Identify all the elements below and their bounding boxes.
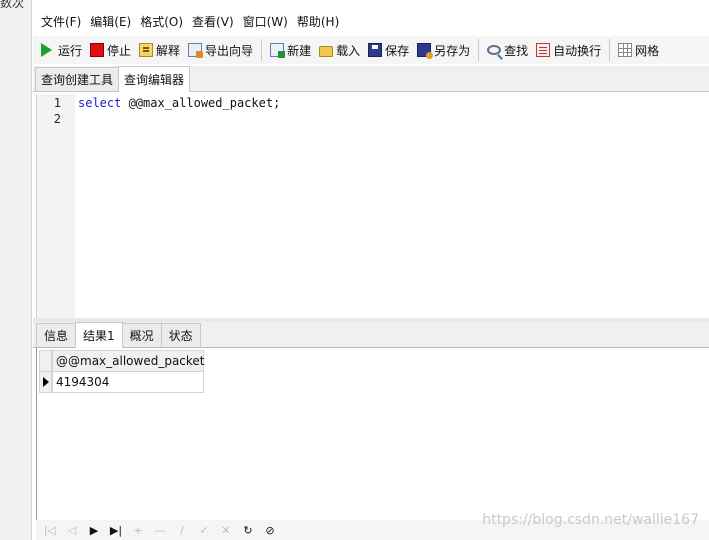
- stop-query-button[interactable]: ⊘: [262, 522, 278, 538]
- stop-icon: [90, 43, 105, 57]
- save-as-icon: [417, 43, 434, 59]
- add-record-button[interactable]: +: [130, 522, 146, 538]
- grid-button[interactable]: 网格: [614, 38, 663, 62]
- toolbar: 运行 停止 解释 导出向导 新建 载入 保存 另存为 查找 自动换行 网格: [33, 36, 709, 64]
- query-tab-bar: 查询创建工具 查询编辑器: [33, 66, 709, 92]
- explain-label: 解释: [156, 43, 181, 58]
- stop-button[interactable]: 停止: [86, 38, 135, 62]
- left-panel: [0, 0, 32, 540]
- run-icon: [41, 43, 55, 57]
- export-wizard-icon: [188, 43, 204, 58]
- find-button[interactable]: 查找: [483, 38, 532, 62]
- menu-format[interactable]: 格式(O): [136, 13, 187, 30]
- table-cell[interactable]: 4194304: [52, 372, 204, 393]
- toolbar-separator: [609, 39, 611, 61]
- grid-label: 网格: [635, 43, 660, 58]
- tab-result-1[interactable]: 结果1: [75, 322, 123, 348]
- watermark: https://blog.csdn.net/wallie167: [482, 512, 699, 528]
- save-icon: [368, 43, 383, 57]
- menu-file[interactable]: 文件(F): [37, 13, 85, 30]
- line-number: 1: [53, 96, 61, 110]
- result-grid: @@max_allowed_packet 4194304: [36, 348, 709, 520]
- left-panel-text: 数次: [0, 0, 25, 10]
- edit-record-button[interactable]: ∕: [174, 522, 190, 538]
- grid-corner: [39, 350, 52, 372]
- menu-edit[interactable]: 编辑(E): [86, 13, 135, 30]
- delete-record-button[interactable]: —: [152, 522, 168, 538]
- last-record-button[interactable]: ▶|: [108, 522, 124, 538]
- first-record-button[interactable]: |◁: [42, 522, 58, 538]
- save-as-label: 另存为: [434, 43, 471, 58]
- column-header[interactable]: @@max_allowed_packet: [52, 350, 205, 372]
- current-row-indicator: [39, 372, 52, 393]
- menu-help[interactable]: 帮助(H): [293, 13, 343, 30]
- sql-editor[interactable]: 1 2 select @@max_allowed_packet;: [36, 94, 709, 318]
- prev-record-button[interactable]: ◁: [64, 522, 80, 538]
- menu-bar: 文件(F) 编辑(E) 格式(O) 查看(V) 窗口(W) 帮助(H): [33, 10, 709, 32]
- export-wizard-button[interactable]: 导出向导: [184, 38, 257, 62]
- run-label: 运行: [58, 43, 83, 58]
- menu-window[interactable]: 窗口(W): [239, 13, 292, 30]
- find-label: 查找: [504, 43, 529, 58]
- new-label: 新建: [287, 43, 312, 58]
- save-as-button[interactable]: 另存为: [413, 38, 474, 62]
- menu-view[interactable]: 查看(V): [188, 13, 238, 30]
- load-button[interactable]: 载入: [315, 38, 364, 62]
- explain-button[interactable]: 解释: [135, 38, 184, 62]
- tab-profile[interactable]: 概况: [121, 323, 162, 347]
- new-button[interactable]: 新建: [266, 38, 315, 62]
- export-wizard-label: 导出向导: [205, 43, 254, 58]
- tab-status[interactable]: 状态: [160, 323, 201, 347]
- tab-query-editor[interactable]: 查询编辑器: [118, 66, 191, 92]
- refresh-button[interactable]: ↻: [240, 522, 256, 538]
- toolbar-separator: [478, 39, 480, 61]
- line-number: 2: [53, 112, 61, 126]
- line-number-gutter: 1 2: [37, 94, 75, 318]
- save-button[interactable]: 保存: [364, 38, 413, 62]
- code-line[interactable]: select @@max_allowed_packet;: [78, 96, 280, 110]
- new-query-icon: [270, 43, 286, 58]
- word-wrap-button[interactable]: 自动换行: [532, 38, 605, 62]
- run-button[interactable]: 运行: [37, 38, 86, 62]
- load-label: 载入: [336, 43, 361, 58]
- word-wrap-icon: [536, 43, 551, 57]
- folder-open-icon: [319, 45, 334, 57]
- discard-changes-button[interactable]: ✕: [218, 522, 234, 538]
- next-record-button[interactable]: ▶: [86, 522, 102, 538]
- result-tab-bar: 信息 结果1 概况 状态: [33, 322, 709, 348]
- apply-changes-button[interactable]: ✓: [196, 522, 212, 538]
- grid-icon: [618, 43, 633, 57]
- tab-info[interactable]: 信息: [36, 323, 77, 347]
- save-label: 保存: [385, 43, 410, 58]
- explain-icon: [139, 43, 154, 57]
- stop-label: 停止: [107, 43, 132, 58]
- tab-query-builder[interactable]: 查询创建工具: [35, 67, 120, 91]
- sql-keyword: select: [78, 96, 122, 110]
- word-wrap-label: 自动换行: [553, 43, 602, 58]
- search-icon: [487, 45, 502, 55]
- toolbar-separator: [261, 39, 263, 61]
- sql-expression: @@max_allowed_packet;: [121, 96, 281, 110]
